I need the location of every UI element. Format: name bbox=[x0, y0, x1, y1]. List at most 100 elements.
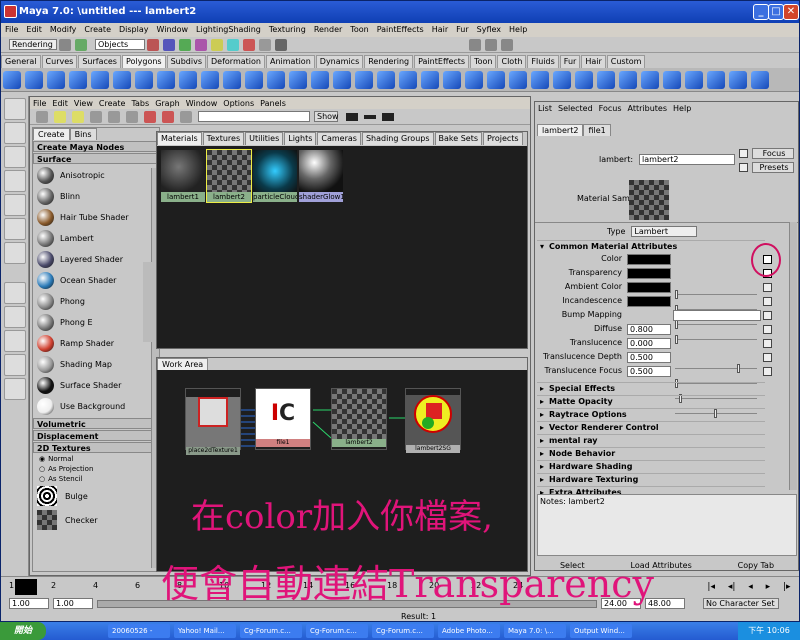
swatch-particlecloud1[interactable]: particleCloud1 bbox=[253, 150, 297, 202]
menu-hair[interactable]: Hair bbox=[432, 23, 448, 37]
attr-field-translucence-focus[interactable]: 0.500 bbox=[627, 366, 671, 377]
attr-field-diffuse[interactable]: 0.800 bbox=[627, 324, 671, 335]
input-connections-icon[interactable] bbox=[144, 111, 156, 123]
section-mental-ray[interactable]: mental ray bbox=[537, 434, 765, 447]
view-both-icon[interactable] bbox=[382, 113, 394, 121]
taskbar-item[interactable]: Cg-Forum.c... bbox=[240, 624, 302, 638]
collapse-icon[interactable] bbox=[641, 71, 659, 89]
render-icon[interactable] bbox=[227, 38, 239, 51]
hypershade-menu-options[interactable]: Options bbox=[223, 99, 254, 108]
node-ramp-shader[interactable]: Ramp Shader bbox=[33, 333, 159, 354]
attr-swatch-incandescence[interactable] bbox=[627, 296, 671, 307]
normals-icon[interactable] bbox=[487, 71, 505, 89]
bevel-icon[interactable] bbox=[201, 71, 219, 89]
section-hardware-shading[interactable]: Hardware Shading bbox=[537, 460, 765, 473]
menu-lightingshading[interactable]: LightingShading bbox=[196, 23, 261, 37]
node-bulge[interactable]: Bulge bbox=[33, 484, 159, 508]
attr-menu-focus[interactable]: Focus bbox=[599, 104, 622, 113]
tab-lights[interactable]: Lights bbox=[284, 132, 317, 145]
move-tool-icon[interactable] bbox=[4, 170, 26, 192]
toggle-create-bar-icon[interactable] bbox=[36, 111, 48, 123]
shelf-tab-surfaces[interactable]: Surfaces bbox=[78, 54, 121, 68]
notes-box[interactable]: Notes: lambert2 bbox=[537, 494, 797, 556]
shelf-tab-general[interactable]: General bbox=[1, 54, 41, 68]
taskbar-item[interactable]: Cg-Forum.c... bbox=[372, 624, 434, 638]
merge-icon[interactable] bbox=[179, 71, 197, 89]
cleanup-icon[interactable] bbox=[421, 71, 439, 89]
radio-icon[interactable]: ○ bbox=[39, 475, 45, 483]
shelf-tab-subdivs[interactable]: Subdivs bbox=[166, 54, 207, 68]
node-checker[interactable]: Checker bbox=[33, 508, 159, 532]
smooth-icon[interactable] bbox=[223, 71, 241, 89]
rotate-tool-icon[interactable] bbox=[4, 194, 26, 216]
shelf-tab-cloth[interactable]: Cloth bbox=[497, 54, 527, 68]
tab-cameras[interactable]: Cameras bbox=[317, 132, 361, 145]
node-anisotropic[interactable]: Anisotropic bbox=[33, 165, 159, 186]
attr-field-bump-mapping[interactable] bbox=[673, 310, 761, 321]
single-perspective-layout-icon[interactable] bbox=[4, 282, 26, 304]
node-hair-tube-shader[interactable]: Hair Tube Shader bbox=[33, 207, 159, 228]
taskbar-item[interactable]: 20060526 - bbox=[108, 624, 170, 638]
duplicate-face-icon[interactable] bbox=[707, 71, 725, 89]
view-bottom-only-icon[interactable] bbox=[364, 115, 376, 119]
color-slider-knob[interactable] bbox=[675, 290, 678, 299]
taskbar-item[interactable]: Adobe Photo... bbox=[438, 624, 500, 638]
fill-hole-icon[interactable] bbox=[619, 71, 637, 89]
graph-materials-icon[interactable] bbox=[126, 111, 138, 123]
history-icon[interactable] bbox=[211, 38, 223, 51]
focus-button[interactable]: Focus bbox=[752, 148, 794, 159]
input-output-icon[interactable] bbox=[180, 111, 192, 123]
persp-outliner-layout-icon[interactable] bbox=[4, 330, 26, 352]
panel-side-buttons[interactable] bbox=[143, 262, 155, 342]
hypershade-search-field[interactable] bbox=[198, 111, 310, 122]
ipr-icon[interactable] bbox=[243, 38, 255, 51]
work-node-lambert2sg[interactable]: lambert2SG bbox=[405, 388, 461, 453]
start-button[interactable]: 開始 bbox=[0, 622, 46, 640]
chip-off-icon[interactable] bbox=[531, 71, 549, 89]
menu-render[interactable]: Render bbox=[314, 23, 342, 37]
attr-field-translucence[interactable]: 0.000 bbox=[627, 338, 671, 349]
menu-texturing[interactable]: Texturing bbox=[269, 23, 306, 37]
menu-toon[interactable]: Toon bbox=[350, 23, 368, 37]
checker-uv-icon[interactable] bbox=[575, 71, 593, 89]
snap-point-icon[interactable] bbox=[179, 38, 191, 51]
work-node-file1[interactable]: IC file1 bbox=[255, 388, 311, 450]
node-phong[interactable]: Phong bbox=[33, 291, 159, 312]
playback-start-field[interactable]: 1.00 bbox=[53, 598, 93, 609]
shelf-tab-animation[interactable]: Animation bbox=[265, 54, 315, 68]
taskbar-item[interactable]: Cg-Forum.c... bbox=[306, 624, 368, 638]
presets-arrow-icon[interactable] bbox=[739, 163, 748, 172]
map-button-translucence-focus[interactable] bbox=[763, 367, 772, 376]
snap-grid-icon[interactable] bbox=[147, 38, 159, 51]
taskbar-item[interactable]: Maya 7.0: \... bbox=[504, 624, 566, 638]
menu-help[interactable]: Help bbox=[509, 23, 527, 37]
attr-tab-file1[interactable]: file1 bbox=[583, 124, 611, 136]
menu-syflex[interactable]: Syflex bbox=[477, 23, 501, 37]
swatch-lambert2[interactable]: lambert2 bbox=[206, 149, 252, 203]
radio-icon[interactable]: ◉ bbox=[39, 455, 45, 463]
scale-tool-icon[interactable] bbox=[4, 218, 26, 240]
tab-work-area[interactable]: Work Area bbox=[157, 358, 209, 370]
menu-painteffects[interactable]: PaintEffects bbox=[377, 23, 424, 37]
shelf-tab-fluids[interactable]: Fluids bbox=[527, 54, 559, 68]
tab-bins[interactable]: Bins bbox=[69, 128, 97, 140]
poly-sphere-icon[interactable] bbox=[3, 71, 21, 89]
output-connections-icon[interactable] bbox=[162, 111, 174, 123]
hypershade-layout-icon[interactable] bbox=[4, 378, 26, 400]
map-button-diffuse[interactable] bbox=[763, 325, 772, 334]
append-icon[interactable] bbox=[597, 71, 615, 89]
map-button-translucence-depth[interactable] bbox=[763, 353, 772, 362]
swatch-lambert1[interactable]: lambert1 bbox=[161, 150, 205, 202]
attr-tab-lambert2[interactable]: lambert2 bbox=[537, 124, 584, 136]
reduce-icon[interactable] bbox=[399, 71, 417, 89]
extrude-icon[interactable] bbox=[135, 71, 153, 89]
textures-2d-section[interactable]: 2D Textures bbox=[33, 442, 159, 453]
hypershade-menu-panels[interactable]: Panels bbox=[260, 99, 286, 108]
section-special-effects[interactable]: Special Effects bbox=[537, 382, 765, 395]
menu-edit[interactable]: Edit bbox=[26, 23, 42, 37]
attr-menu-list[interactable]: List bbox=[538, 104, 552, 113]
tab-projects[interactable]: Projects bbox=[483, 132, 523, 145]
node-layered-shader[interactable]: Layered Shader bbox=[33, 249, 159, 270]
hypershade-menu-window[interactable]: Window bbox=[186, 99, 218, 108]
select-tool-icon[interactable] bbox=[4, 98, 26, 120]
